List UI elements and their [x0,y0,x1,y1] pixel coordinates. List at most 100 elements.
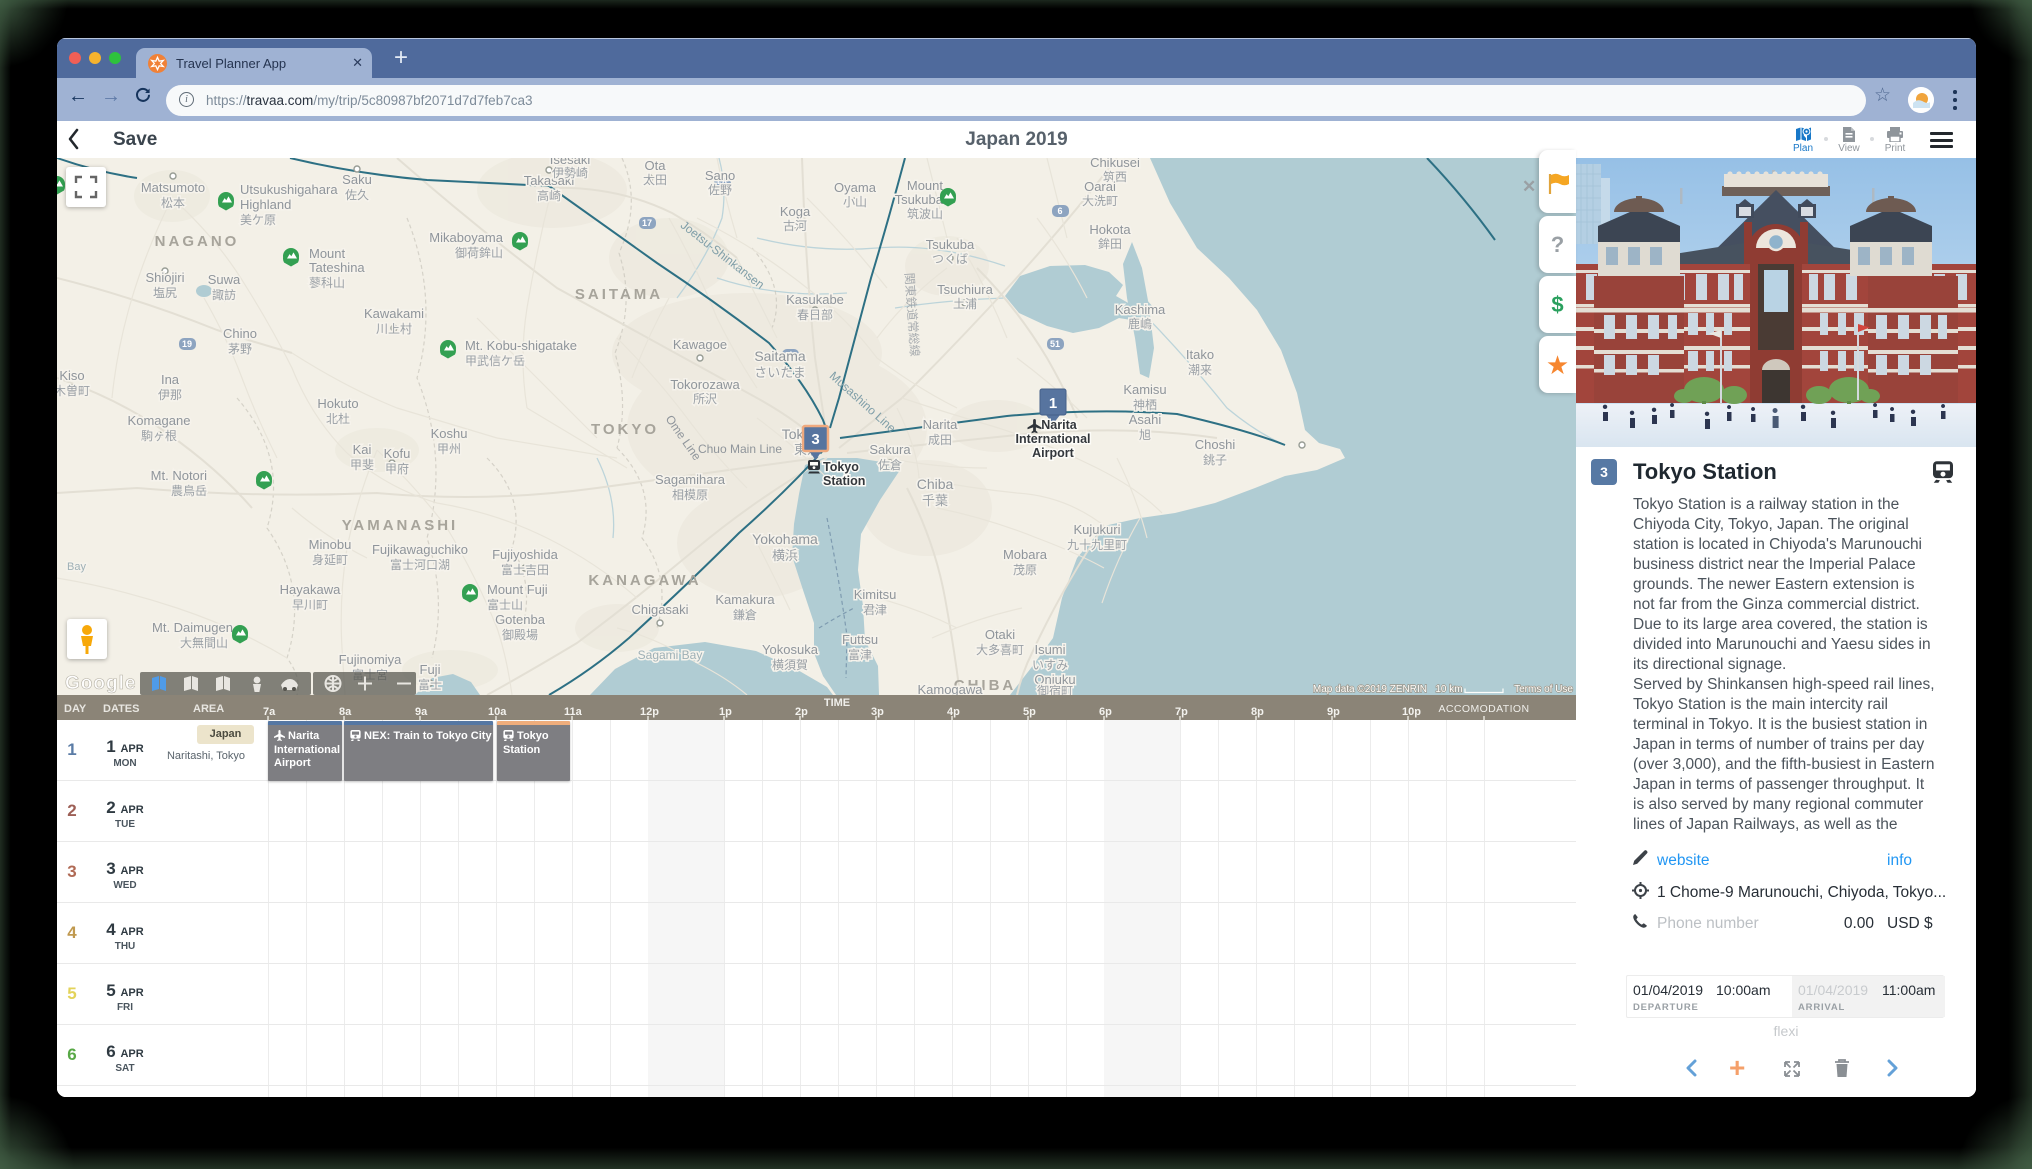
svg-text:Sano: Sano [705,168,735,183]
svg-text:Ina: Ina [161,372,180,387]
svg-text:成田: 成田 [928,433,952,447]
svg-text:身延町: 身延町 [312,552,348,567]
svg-text:Chikusei: Chikusei [1090,158,1140,170]
svg-text:Tsukuba: Tsukuba [926,237,975,252]
svg-text:富士: 富士 [418,677,442,692]
svg-text:Tsukuba: Tsukuba [895,192,944,207]
svg-text:Isumi: Isumi [1034,642,1065,657]
svg-text:Kimitsu: Kimitsu [854,587,897,602]
svg-text:Mount: Mount [907,178,944,193]
svg-text:君津: 君津 [863,603,887,617]
svg-text:Tokorozawa: Tokorozawa [670,377,740,392]
svg-text:Futtsu: Futtsu [842,632,878,647]
svg-text:3: 3 [811,431,819,448]
svg-text:銚子: 銚子 [1203,452,1227,467]
svg-text:御殿場: 御殿場 [502,627,538,642]
svg-text:横須賀: 横須賀 [772,658,808,672]
svg-text:Kiso: Kiso [59,368,84,383]
svg-text:SAITAMA: SAITAMA [575,286,663,303]
svg-text:Kamogawa: Kamogawa [917,682,983,695]
svg-text:鉾田: 鉾田 [1098,236,1122,251]
svg-text:伊那: 伊那 [158,388,182,402]
svg-text:小山: 小山 [843,195,867,209]
svg-text:鎌倉: 鎌倉 [733,607,757,622]
svg-text:茂原: 茂原 [1013,563,1037,577]
svg-text:Narita: Narita [923,417,958,432]
svg-text:6: 6 [1057,206,1062,216]
svg-text:Otaki: Otaki [985,627,1015,642]
svg-text:Mt. Kobu-shigatake: Mt. Kobu-shigatake [465,338,577,353]
svg-text:富士山: 富士山 [487,597,523,612]
svg-text:19: 19 [182,339,192,349]
svg-text:旭: 旭 [1139,428,1151,442]
svg-text:佐野: 佐野 [708,183,732,197]
svg-text:Suwa: Suwa [208,272,241,287]
svg-text:Yokohama: Yokohama [752,531,818,547]
svg-text:1: 1 [1049,395,1057,412]
svg-text:Mobara: Mobara [1003,547,1048,562]
svg-text:富津: 富津 [848,647,872,662]
svg-text:美ケ原: 美ケ原 [240,213,276,227]
svg-text:千葉: 千葉 [922,493,948,508]
svg-text:Saku: Saku [342,172,372,187]
svg-text:Oarai: Oarai [1084,179,1116,194]
svg-text:Koshu: Koshu [431,426,468,441]
svg-text:Sagami Bay: Sagami Bay [638,648,703,662]
svg-text:Tateshina: Tateshina [309,260,365,275]
svg-text:御荷鉾山: 御荷鉾山 [455,245,503,260]
svg-text:Saitama: Saitama [754,348,806,364]
svg-text:川上村: 川上村 [376,322,412,336]
svg-text:大無間山: 大無間山 [180,635,228,650]
svg-text:International: International [1015,432,1090,446]
svg-text:富士河口湖: 富士河口湖 [390,557,450,572]
svg-text:Choshi: Choshi [1195,437,1236,452]
svg-text:Minobu: Minobu [309,537,352,552]
svg-text:甲府: 甲府 [385,461,409,476]
svg-text:横浜: 横浜 [772,548,798,563]
svg-text:Kashima: Kashima [1115,302,1166,317]
svg-text:Hokuto: Hokuto [317,396,358,411]
svg-text:YAMANASHI: YAMANASHI [342,517,458,534]
svg-text:Fujiyoshida: Fujiyoshida [492,547,559,562]
svg-text:蓼科山: 蓼科山 [309,276,345,290]
svg-text:佐久: 佐久 [345,188,369,202]
svg-text:51: 51 [1050,339,1060,349]
svg-text:Oyama: Oyama [834,180,877,195]
svg-text:Shiojiri: Shiojiri [145,270,184,285]
svg-text:Koga: Koga [780,204,811,219]
svg-text:Kamisu: Kamisu [1123,382,1166,397]
svg-text:潮来: 潮来 [1188,362,1212,377]
svg-text:Hokota: Hokota [1089,222,1131,237]
svg-text:Itako: Itako [1186,347,1214,362]
svg-text:Asahi: Asahi [1129,412,1162,427]
svg-text:Matsumoto: Matsumoto [141,180,205,195]
svg-text:相模原: 相模原 [672,488,708,502]
svg-text:Kujukuri: Kujukuri [1074,522,1121,537]
svg-text:Station: Station [823,474,865,488]
svg-text:Yokosuka: Yokosuka [762,642,819,657]
svg-text:佐倉: 佐倉 [878,457,902,472]
svg-text:茅野: 茅野 [228,342,252,356]
svg-text:TOKYO: TOKYO [591,421,659,438]
svg-text:高崎: 高崎 [537,188,561,203]
svg-text:御宿町: 御宿町 [1037,683,1073,695]
svg-text:諏訪: 諏訪 [212,287,236,302]
svg-text:太田: 太田 [643,172,667,187]
svg-text:筑波山: 筑波山 [907,206,943,221]
svg-text:早川町: 早川町 [292,598,328,612]
svg-text:Bay: Bay [67,561,86,573]
svg-text:甲武信ケ岳: 甲武信ケ岳 [465,354,525,368]
svg-text:古河: 古河 [783,218,807,233]
svg-text:北杜: 北杜 [326,411,350,426]
svg-text:KANAGAWA: KANAGAWA [588,572,701,589]
svg-text:つくば: つくば [932,252,968,266]
svg-text:Mt. Notori: Mt. Notori [151,468,207,483]
svg-text:Komagane: Komagane [128,413,191,428]
svg-text:Mount Fuji: Mount Fuji [487,582,548,597]
svg-text:Chiba: Chiba [917,476,954,492]
svg-text:Chino: Chino [223,326,257,341]
svg-text:Fujikawaguchiko: Fujikawaguchiko [372,542,468,557]
svg-text:Kofu: Kofu [384,446,411,461]
svg-text:土浦: 土浦 [953,297,977,311]
svg-text:鹿嶋: 鹿嶋 [1128,316,1152,331]
